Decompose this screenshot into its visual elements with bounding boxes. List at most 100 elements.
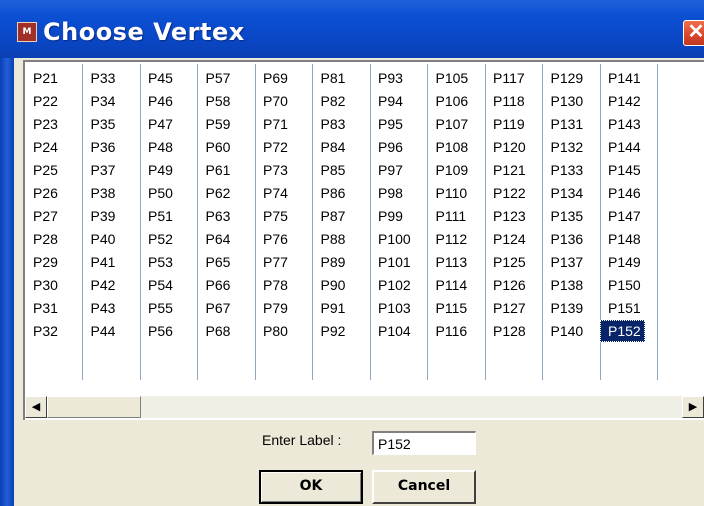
vertex-list-item[interactable]: P101 xyxy=(370,251,415,273)
vertex-list-item[interactable]: P92 xyxy=(313,320,350,342)
vertex-list-item[interactable]: P43 xyxy=(83,297,120,319)
vertex-list-item[interactable]: P21 xyxy=(25,67,62,89)
vertex-list-item[interactable]: P134 xyxy=(543,182,588,204)
vertex-list-item[interactable]: P133 xyxy=(543,159,588,181)
vertex-list-item[interactable]: P88 xyxy=(313,228,350,250)
vertex-list-item[interactable]: P90 xyxy=(313,274,350,296)
vertex-list-item[interactable]: P111 xyxy=(428,205,471,227)
vertex-list-item[interactable]: P114 xyxy=(428,274,472,296)
vertex-list-item[interactable]: P107 xyxy=(428,113,473,135)
vertex-list-item[interactable]: P117 xyxy=(485,67,529,89)
vertex-list-item[interactable]: P33 xyxy=(83,67,120,89)
vertex-list-item[interactable]: P120 xyxy=(485,136,530,158)
vertex-list-item[interactable]: P60 xyxy=(198,136,235,158)
vertex-list-item[interactable]: P55 xyxy=(140,297,177,319)
vertex-list-item[interactable]: P46 xyxy=(140,90,177,112)
vertex-list-item[interactable]: P128 xyxy=(485,320,530,342)
vertex-list-item[interactable]: P41 xyxy=(83,251,120,273)
vertex-list-item[interactable]: P89 xyxy=(313,251,350,273)
vertex-list-item[interactable]: P97 xyxy=(370,159,407,181)
vertex-list-item[interactable]: P124 xyxy=(485,228,530,250)
vertex-list-item[interactable]: P135 xyxy=(543,205,588,227)
vertex-list-item[interactable]: P48 xyxy=(140,136,177,158)
vertex-list-item[interactable]: P144 xyxy=(600,136,645,158)
vertex-list-item[interactable]: P127 xyxy=(485,297,530,319)
vertex-list-item[interactable]: P119 xyxy=(485,113,529,135)
vertex-list-item[interactable]: P52 xyxy=(140,228,177,250)
vertex-list-item[interactable]: P57 xyxy=(198,67,235,89)
vertex-list-item[interactable]: P80 xyxy=(255,320,292,342)
vertex-list-item[interactable]: P50 xyxy=(140,182,177,204)
vertex-list-item[interactable]: P93 xyxy=(370,67,407,89)
vertex-list-item[interactable]: P63 xyxy=(198,205,235,227)
vertex-list-item[interactable]: P62 xyxy=(198,182,235,204)
vertex-list-item[interactable]: P81 xyxy=(313,67,350,89)
vertex-list-item[interactable]: P83 xyxy=(313,113,350,135)
vertex-list-item[interactable]: P140 xyxy=(543,320,588,342)
cancel-button[interactable]: Cancel xyxy=(372,470,476,504)
vertex-list-item[interactable]: P116 xyxy=(428,320,472,342)
vertex-list-item[interactable]: P67 xyxy=(198,297,235,319)
vertex-list-item[interactable]: P146 xyxy=(600,182,645,204)
vertex-list-item[interactable]: P73 xyxy=(255,159,292,181)
vertex-list-item[interactable]: P98 xyxy=(370,182,407,204)
vertex-list-item[interactable]: P51 xyxy=(140,205,177,227)
vertex-list-item[interactable]: P32 xyxy=(25,320,62,342)
vertex-list-item[interactable]: P54 xyxy=(140,274,177,296)
vertex-list-item[interactable]: P37 xyxy=(83,159,120,181)
vertex-list-item[interactable]: P44 xyxy=(83,320,120,342)
vertex-list-item[interactable]: P110 xyxy=(428,182,472,204)
vertex-list-item[interactable]: P96 xyxy=(370,136,407,158)
vertex-list-item[interactable]: P68 xyxy=(198,320,235,342)
vertex-list-item[interactable]: P121 xyxy=(485,159,530,181)
vertex-listbox[interactable]: P21 P22 P23 P24 P25 P26 P27 P28 P29 P30 P31 P32 P33 P… xyxy=(23,60,704,420)
scroll-left-button[interactable]: ◀ xyxy=(25,396,47,418)
vertex-list-item[interactable]: P129 xyxy=(543,67,588,89)
vertex-list-item[interactable]: P105 xyxy=(428,67,473,89)
vertex-list-item[interactable]: P143 xyxy=(600,113,645,135)
vertex-list-item[interactable]: P131 xyxy=(543,113,588,135)
vertex-list-item[interactable]: P31 xyxy=(25,297,62,319)
vertex-list-item[interactable]: P79 xyxy=(255,297,292,319)
ok-button[interactable]: OK xyxy=(259,470,363,504)
vertex-list-item[interactable]: P152 xyxy=(600,320,645,342)
vertex-list-item[interactable]: P40 xyxy=(83,228,120,250)
vertex-list-item[interactable]: P148 xyxy=(600,228,645,250)
vertex-list-item[interactable]: P141 xyxy=(600,67,645,89)
vertex-list-item[interactable]: P99 xyxy=(370,205,407,227)
vertex-list-item[interactable]: P95 xyxy=(370,113,407,135)
vertex-list-item[interactable]: P103 xyxy=(370,297,415,319)
vertex-list-item[interactable]: P45 xyxy=(140,67,177,89)
vertex-list-item[interactable]: P70 xyxy=(255,90,292,112)
vertex-list-item[interactable]: P34 xyxy=(83,90,120,112)
vertex-list-item[interactable]: P132 xyxy=(543,136,588,158)
vertex-list-item[interactable]: P35 xyxy=(83,113,120,135)
vertex-list-item[interactable]: P58 xyxy=(198,90,235,112)
vertex-list-item[interactable]: P28 xyxy=(25,228,62,250)
vertex-list-item[interactable]: P26 xyxy=(25,182,62,204)
vertex-list-item[interactable]: P74 xyxy=(255,182,292,204)
vertex-list-item[interactable]: P136 xyxy=(543,228,588,250)
vertex-list-item[interactable]: P71 xyxy=(255,113,292,135)
vertex-list-item[interactable]: P147 xyxy=(600,205,645,227)
label-input[interactable] xyxy=(372,431,476,455)
vertex-list-item[interactable]: P59 xyxy=(198,113,235,135)
vertex-list-item[interactable]: P151 xyxy=(600,297,645,319)
vertex-list-item[interactable]: P24 xyxy=(25,136,62,158)
vertex-list-item[interactable]: P56 xyxy=(140,320,177,342)
vertex-list-item[interactable]: P112 xyxy=(428,228,472,250)
vertex-list-item[interactable]: P78 xyxy=(255,274,292,296)
vertex-list-item[interactable]: P39 xyxy=(83,205,120,227)
vertex-list-item[interactable]: P49 xyxy=(140,159,177,181)
vertex-list-item[interactable]: P122 xyxy=(485,182,530,204)
vertex-list-item[interactable]: P36 xyxy=(83,136,120,158)
vertex-list-item[interactable]: P100 xyxy=(370,228,415,250)
vertex-list-item[interactable]: P91 xyxy=(313,297,350,319)
vertex-list-item[interactable]: P113 xyxy=(428,251,472,273)
vertex-list-item[interactable]: P137 xyxy=(543,251,588,273)
close-button[interactable]: ✕ xyxy=(683,20,704,46)
horizontal-scrollbar[interactable]: ◀ ▶ xyxy=(25,396,704,418)
vertex-list-item[interactable]: P150 xyxy=(600,274,645,296)
vertex-list-item[interactable]: P145 xyxy=(600,159,645,181)
vertex-list-item[interactable]: P64 xyxy=(198,228,235,250)
